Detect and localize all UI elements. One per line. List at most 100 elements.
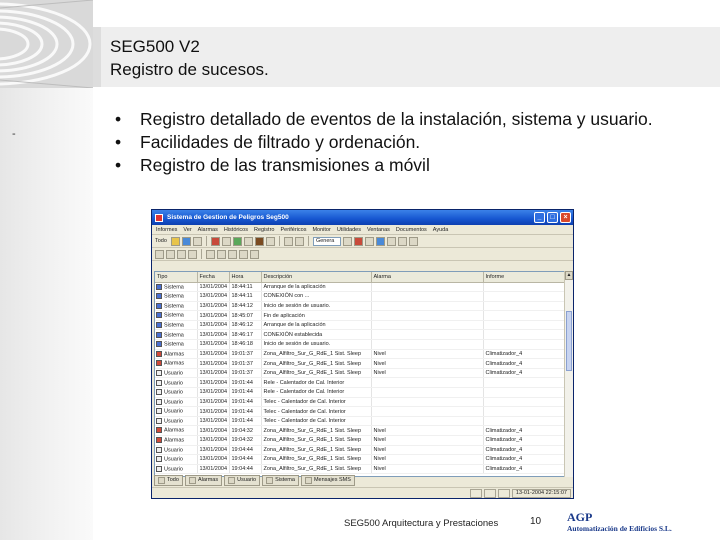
minimize-button[interactable]: _	[534, 212, 545, 223]
table-row[interactable]: Usuario 13/01/2004 19:01:44 Telec - Calenta…	[155, 406, 564, 417]
filter-icon[interactable]	[397, 236, 407, 246]
window-titlebar[interactable]: Sistema de Gestion de Peligros Seg500 _ …	[152, 210, 573, 225]
last-icon[interactable]	[188, 249, 197, 259]
table-row[interactable]: Sistema 13/01/2004 18:44:12 Inicio de sesió…	[155, 301, 564, 312]
table-row[interactable]: Usuario 13/01/2004 19:04:44 Zona_Alfiltro_S…	[155, 445, 564, 456]
table-cell-type: Sistema	[155, 301, 198, 312]
alarm-icon[interactable]	[210, 236, 220, 246]
table-cell-type: Usuario	[155, 464, 198, 475]
forward-icon[interactable]	[166, 249, 175, 259]
taskbar-tab[interactable]: Usuario	[224, 474, 261, 486]
column-header[interactable]: Tipo	[155, 272, 198, 283]
bullet-text: Facilidades de filtrado y ordenación.	[140, 132, 421, 152]
table-row[interactable]: Alarmas 13/01/2004 19:04:32 Zona_Alfiltro_S…	[155, 435, 564, 446]
table-cell-report: Climatizador_4	[483, 454, 564, 465]
back-icon[interactable]	[155, 249, 164, 259]
table-cell-alarm	[371, 282, 484, 293]
bell-icon[interactable]	[221, 236, 231, 246]
close-button[interactable]: ×	[560, 212, 571, 223]
column-header[interactable]: Hora	[229, 272, 262, 283]
table-cell-type: Sistema	[155, 339, 198, 350]
list-icon[interactable]	[243, 236, 253, 246]
table-row[interactable]: Usuario 13/01/2004 19:04:44 Zona_Alfiltro_S…	[155, 454, 564, 465]
table-cell-desc: Zona_Alfiltro_Sur_G_RdE_1 Sist. Sleep	[261, 425, 372, 436]
table-row[interactable]: Usuario 13/01/2004 19:01:44 Rele - Calentad…	[155, 377, 564, 389]
table-row[interactable]: Sistema 13/01/2004 18:46:18 Inicio de sesió…	[155, 339, 564, 350]
table-row[interactable]: Alarmas 13/01/2004 19:04:32 Zona_Alfiltro_S…	[155, 425, 564, 436]
footer-text: SEG500 Arquitectura y Prestaciones	[344, 518, 499, 529]
user-icon	[156, 379, 162, 386]
table-row[interactable]: Usuario 13/01/2004 19:04:44 Zona_Alfiltro_S…	[155, 464, 564, 475]
table-row[interactable]: Alarmas 13/01/2004 19:01:37 Zona_Alfiltro_S…	[155, 349, 564, 360]
table-row[interactable]: Sistema 13/01/2004 18:44:11 CONEXIÓN con ..…	[155, 291, 564, 302]
menu-item[interactable]: Alarmas	[198, 227, 218, 233]
print-icon[interactable]	[192, 236, 202, 246]
menu-item[interactable]: Ver	[183, 227, 191, 233]
window-icon[interactable]	[342, 236, 352, 246]
table-row[interactable]: Usuario 13/01/2004 19:01:44 Telec - Calenta…	[155, 397, 564, 408]
column-header[interactable]: Descripción	[261, 272, 372, 283]
table-row[interactable]: Sistema 13/01/2004 18:45:07 Fin de aplicaci…	[155, 310, 564, 321]
menu-item[interactable]: Informes	[156, 227, 177, 233]
table-cell-type: Usuario	[155, 377, 198, 389]
taskbar-tab[interactable]: Sistema	[262, 474, 299, 486]
menu-item[interactable]: Documentos	[396, 227, 427, 233]
save-icon[interactable]	[181, 236, 191, 246]
status-indicator	[469, 488, 482, 498]
table-cell-desc: Inicio de sesión de usuario.	[261, 301, 372, 312]
chart-icon[interactable]	[364, 236, 374, 246]
grid-icon[interactable]	[265, 236, 275, 246]
table-row[interactable]: Alarmas 13/01/2004 19:01:37 Zona_Alfiltro_S…	[155, 358, 564, 369]
taskbar-tab[interactable]: Mensajes SMS	[300, 474, 355, 486]
menu-item[interactable]: Registro	[254, 227, 274, 233]
column-header[interactable]: Fecha	[197, 272, 230, 283]
event-type: Usuario	[164, 447, 183, 454]
menu-item[interactable]: Utilidades	[337, 227, 361, 233]
menu-item[interactable]: Ayuda	[433, 227, 449, 233]
taskbar-tab[interactable]: Alarmas	[184, 474, 223, 486]
table-row[interactable]: Sistema 13/01/2004 18:46:17 CONEXIÓN establ…	[155, 329, 564, 341]
check-icon[interactable]	[232, 236, 242, 246]
menu-item[interactable]: Ventanas	[367, 227, 390, 233]
table-row[interactable]: Sistema 13/01/2004 18:44:11 Arranque de la …	[155, 282, 564, 293]
zoom-icon[interactable]	[239, 249, 248, 259]
sort-icon[interactable]	[228, 249, 237, 259]
first-icon[interactable]	[177, 249, 186, 259]
help-icon[interactable]	[408, 236, 418, 246]
user-icon[interactable]	[283, 236, 293, 246]
table-row[interactable]: Usuario 13/01/2004 19:01:44 Rele - Calentad…	[155, 387, 564, 398]
menu-item[interactable]: Históricos	[224, 227, 248, 233]
taskbar-tab-label: Usuario	[237, 477, 257, 483]
taskbar-tab[interactable]: Todo	[154, 474, 183, 486]
tab-icon	[188, 476, 196, 484]
tools-icon[interactable]	[294, 236, 304, 246]
menu-item[interactable]: Periféricos	[280, 227, 306, 233]
scroll-up-icon[interactable]: ▲	[565, 271, 573, 280]
info-icon[interactable]	[375, 236, 385, 246]
table-row[interactable]: Usuario 13/01/2004 19:01:44 Telec - Calenta…	[155, 416, 564, 427]
maximize-button[interactable]: □	[547, 212, 558, 223]
export-icon[interactable]	[386, 236, 396, 246]
events-table: Tipo Fecha Hora Descripción Alarma Informe Si…	[155, 272, 564, 475]
table-cell-date: 13/01/2004	[197, 301, 230, 312]
table-cell-time: 19:04:44	[229, 445, 262, 456]
slide-title: SEG500 V2 Registro de sucesos.	[110, 35, 269, 81]
stop-icon[interactable]	[353, 236, 363, 246]
vertical-scrollbar[interactable]: ▲	[564, 271, 573, 477]
user-icon	[156, 465, 162, 472]
scroll-thumb[interactable]	[566, 311, 572, 371]
event-type: Sistema	[164, 284, 184, 291]
refresh-icon[interactable]	[206, 249, 215, 259]
folder-icon[interactable]	[170, 236, 180, 246]
table-row[interactable]: Usuario 13/01/2004 19:01:37 Zona_Alfiltro_S…	[155, 368, 564, 379]
find-icon[interactable]	[217, 249, 226, 259]
book-icon[interactable]	[254, 236, 264, 246]
table-row[interactable]: Sistema 13/01/2004 18:46:12 Arranque de la …	[155, 320, 564, 331]
generate-combo[interactable]: Genera	[312, 236, 341, 246]
clear-icon[interactable]	[250, 249, 259, 259]
events-grid[interactable]: Tipo Fecha Hora Descripción Alarma Informe Si…	[154, 271, 565, 477]
column-header[interactable]: Informe	[483, 272, 564, 283]
table-cell-report	[483, 416, 564, 427]
column-header[interactable]: Alarma	[371, 272, 484, 283]
menu-item[interactable]: Monitor	[312, 227, 330, 233]
